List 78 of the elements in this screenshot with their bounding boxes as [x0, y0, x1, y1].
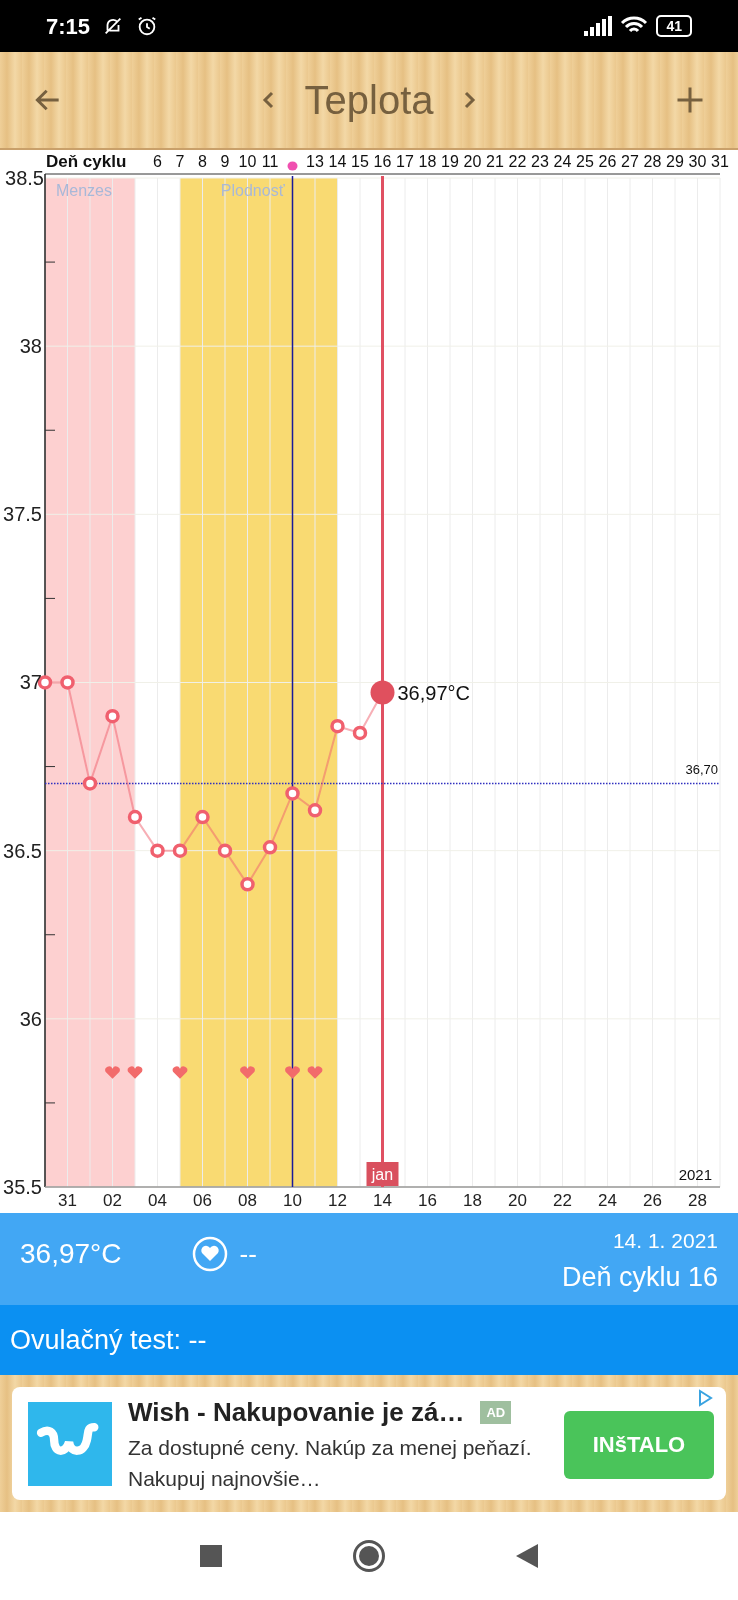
- recents-icon: [200, 1545, 222, 1567]
- y-axis-label: 37.5: [3, 503, 42, 526]
- date-label: 20: [508, 1191, 527, 1210]
- y-axis-label: 38: [19, 335, 42, 358]
- temperature-value: 36,97°C: [20, 1237, 122, 1271]
- cycle-day-label: 23: [531, 153, 549, 170]
- cycle-day-label: 11: [261, 153, 279, 170]
- cycle-day-label: 29: [666, 153, 684, 170]
- cycle-day-label: 18: [418, 153, 437, 170]
- date-label: 04: [148, 1191, 167, 1210]
- cycle-day-label: 14: [328, 153, 347, 170]
- cycle-day-label: 16: [373, 153, 392, 170]
- date-label: 12: [328, 1191, 347, 1210]
- cycle-day-label: 27: [621, 153, 639, 170]
- cycle-day-label: 24: [553, 153, 572, 170]
- cycle-day-label: 10: [238, 153, 257, 170]
- date-label: 26: [643, 1191, 662, 1210]
- clock: 7:15: [46, 12, 91, 41]
- cycle-day-label: 20: [463, 153, 482, 170]
- screen-title: Teplota: [304, 77, 434, 124]
- cycle-day-label: 25: [576, 153, 594, 170]
- y-axis-label: 38.5: [5, 167, 44, 189]
- home-icon: [352, 1539, 386, 1573]
- back-icon: [516, 1544, 538, 1568]
- plus-icon: [675, 85, 705, 115]
- ad-description: Za dostupné ceny. Nakúp za menej peňazí. Nakupuj najnovšie…: [128, 1435, 533, 1492]
- cycle-day-title: Deň cyklu: [46, 152, 127, 171]
- ovulation-test-text: Ovulačný test: --: [10, 1323, 207, 1357]
- ovulation-dot: [287, 161, 298, 171]
- heart-icon: [127, 1066, 143, 1079]
- cycle-day-label: 13: [306, 153, 324, 170]
- cycle-day-label: 31: [711, 153, 729, 170]
- cycle-day-label: 15: [351, 153, 369, 170]
- year-label: 2021: [678, 1166, 712, 1183]
- date-label: 08: [238, 1191, 257, 1210]
- cycle-day-label: 28: [643, 153, 662, 170]
- cycle-day-label: 19: [441, 153, 459, 170]
- date-label: 22: [553, 1191, 572, 1210]
- date-text: 14. 1. 2021: [612, 1228, 718, 1254]
- cycle-day-label: 30: [688, 153, 707, 170]
- date-label: 02: [103, 1191, 122, 1210]
- heart-icon: [105, 1066, 120, 1079]
- date-label: 14: [373, 1191, 392, 1210]
- selected-data-point[interactable]: [370, 680, 395, 705]
- ad-badge: AD: [480, 1400, 512, 1425]
- phase-label: Menzes: [56, 182, 112, 199]
- date-label: 28: [688, 1191, 707, 1210]
- cycle-day-label: 8: [198, 153, 207, 170]
- heart-icon: [172, 1066, 188, 1079]
- y-axis-label: 35.5: [3, 1176, 42, 1198]
- battery-indicator: 41: [656, 15, 692, 37]
- reference-label: 36,70: [685, 762, 718, 778]
- cycle-day-label: 6: [153, 153, 162, 170]
- cycle-day-label: 17: [396, 153, 414, 170]
- month-marker: jan: [366, 1162, 399, 1186]
- ad-title: Wish - Nakupovanie je zá…: [128, 1396, 465, 1429]
- date-label: 24: [598, 1191, 617, 1210]
- cycle-day-label: 26: [598, 153, 617, 170]
- heart-icon: [240, 1066, 255, 1079]
- y-axis-label: 36.5: [3, 839, 42, 862]
- date-label: 06: [193, 1191, 212, 1210]
- y-axis-label: 36: [19, 1007, 42, 1030]
- cycle-day-label: 7: [175, 153, 185, 170]
- cycle-day-label: 21: [486, 153, 504, 170]
- heart-icon: [307, 1066, 323, 1079]
- cycle-day-label: 9: [220, 153, 230, 170]
- intercourse-value: --: [239, 1237, 257, 1271]
- date-label: 10: [283, 1191, 302, 1210]
- cycle-day-text: Deň cyklu 16: [561, 1260, 718, 1294]
- ad-card[interactable]: Wish - Nakupovanie je zá… AD Za dostupné ceny. Nakúp za menej peňazí. Nakupuj najnovšie… INšTALO: [12, 1387, 726, 1500]
- selected-value-label: 36,97°C: [397, 681, 470, 704]
- date-label: 31: [58, 1191, 77, 1210]
- ad-choices-icon: [696, 1388, 714, 1407]
- date-label: 18: [463, 1191, 482, 1210]
- heart-icon: [285, 1066, 300, 1079]
- date-label: 16: [418, 1191, 437, 1210]
- signal-icon: [584, 16, 613, 36]
- cycle-day-label: 22: [508, 153, 527, 170]
